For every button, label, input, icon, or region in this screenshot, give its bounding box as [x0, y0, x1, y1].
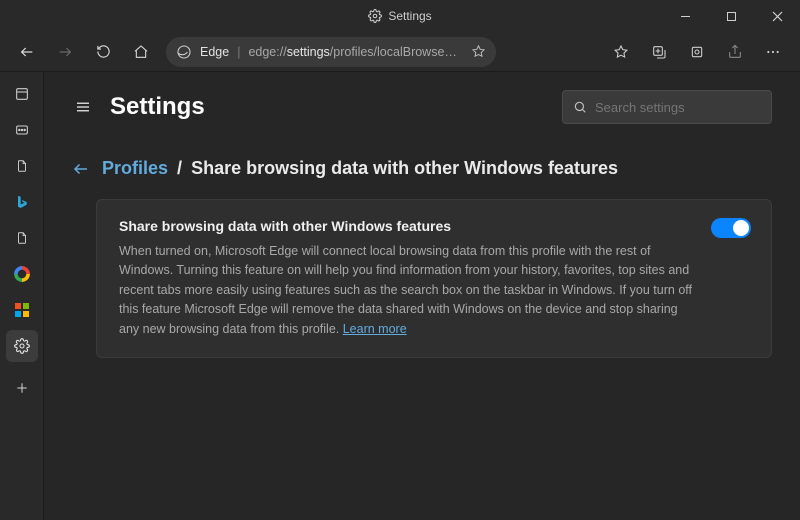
address-brand: Edge	[200, 45, 229, 59]
url-prefix: edge://	[248, 45, 286, 59]
google-icon	[14, 266, 30, 282]
window-controls	[662, 0, 800, 32]
rail-item-microsoft[interactable]	[6, 294, 38, 326]
microsoft-icon	[15, 303, 29, 317]
card-title: Share browsing data with other Windows f…	[119, 218, 749, 234]
card-description: When turned on, Microsoft Edge will conn…	[119, 242, 749, 339]
url-rest: /profiles/localBrowse…	[330, 45, 457, 59]
breadcrumb-separator: /	[177, 158, 182, 178]
url-highlight: settings	[287, 45, 330, 59]
home-button[interactable]	[124, 36, 158, 68]
favorites-button[interactable]	[604, 36, 638, 68]
rail-item-add-tab[interactable]	[6, 372, 38, 404]
maximize-button[interactable]	[708, 0, 754, 32]
close-button[interactable]	[754, 0, 800, 32]
settings-search-input[interactable]	[595, 100, 761, 115]
share-data-toggle[interactable]	[711, 218, 751, 238]
toggle-knob	[733, 220, 749, 236]
body-area: Settings Profiles / Share browsing data …	[0, 72, 800, 520]
extensions-button[interactable]	[680, 36, 714, 68]
minimize-button[interactable]	[662, 0, 708, 32]
forward-button[interactable]	[48, 36, 82, 68]
back-button[interactable]	[10, 36, 44, 68]
breadcrumb: Profiles / Share browsing data with othe…	[72, 158, 772, 179]
collections-button[interactable]	[642, 36, 676, 68]
address-separator: |	[237, 45, 240, 59]
rail-item-google[interactable]	[6, 258, 38, 290]
rail-item-bing[interactable]	[6, 186, 38, 218]
settings-search[interactable]	[562, 90, 772, 124]
gear-icon	[368, 9, 382, 23]
address-bar[interactable]: Edge | edge://settings/profiles/localBro…	[166, 37, 496, 67]
browser-toolbar: Edge | edge://settings/profiles/localBro…	[0, 32, 800, 72]
breadcrumb-profiles-link[interactable]: Profiles	[102, 158, 168, 178]
rail-item-settings[interactable]	[6, 330, 38, 362]
refresh-button[interactable]	[86, 36, 120, 68]
share-button[interactable]	[718, 36, 752, 68]
breadcrumb-back-button[interactable]	[72, 160, 90, 178]
search-icon	[573, 100, 587, 114]
share-data-card: Share browsing data with other Windows f…	[96, 199, 772, 358]
titlebar: Settings	[0, 0, 800, 32]
window-title: Settings	[388, 9, 431, 23]
rail-item-page[interactable]	[6, 150, 38, 182]
rail-item-doc[interactable]	[6, 222, 38, 254]
settings-header-left: Settings	[72, 93, 205, 121]
toolbar-right	[604, 36, 790, 68]
settings-header: Settings	[72, 90, 772, 124]
breadcrumb-current: Share browsing data with other Windows f…	[191, 158, 618, 178]
app-window: Settings	[0, 0, 800, 520]
window-title-group: Settings	[368, 9, 431, 23]
rail-item-tabs[interactable]	[6, 78, 38, 110]
settings-content: Settings Profiles / Share browsing data …	[44, 72, 800, 520]
vertical-tab-rail	[0, 72, 44, 520]
page-title: Settings	[110, 93, 205, 121]
menu-button[interactable]	[72, 96, 94, 118]
url-text: edge://settings/profiles/localBrowse…	[248, 45, 463, 59]
rail-item-history[interactable]	[6, 114, 38, 146]
more-button[interactable]	[756, 36, 790, 68]
edge-logo-icon	[176, 44, 192, 60]
learn-more-link[interactable]: Learn more	[343, 322, 407, 336]
favorite-star-icon[interactable]	[471, 44, 486, 59]
